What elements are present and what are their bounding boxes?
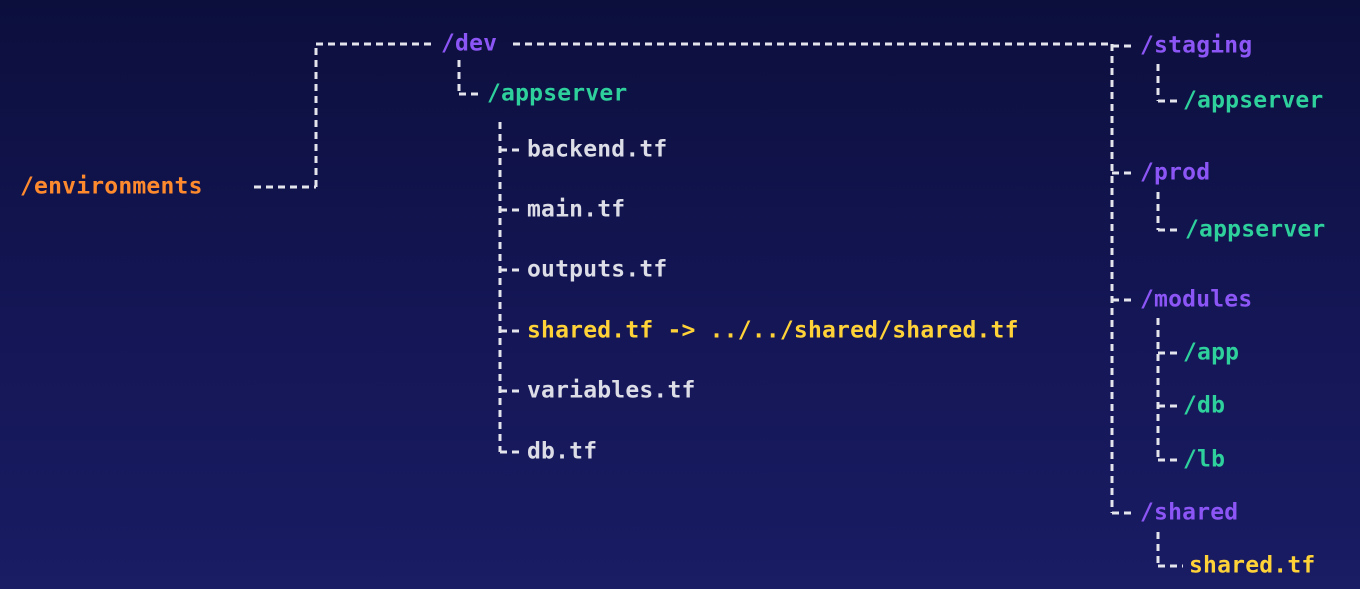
file-db-tf: db.tf bbox=[527, 438, 598, 465]
file-shared-tf: shared.tf bbox=[1189, 552, 1316, 579]
dir-modules-app: /app bbox=[1183, 339, 1240, 366]
dir-modules: /modules bbox=[1140, 286, 1253, 313]
dir-staging: /staging bbox=[1140, 32, 1253, 59]
dir-modules-lb: /lb bbox=[1183, 446, 1226, 473]
root-dir-environments: /environments bbox=[20, 173, 203, 200]
dir-staging-appserver: /appserver bbox=[1183, 87, 1324, 114]
dir-prod: /prod bbox=[1140, 159, 1211, 186]
file-shared-tf-symlink: shared.tf -> ../../shared/shared.tf bbox=[527, 317, 1019, 344]
dir-dev-appserver: /appserver bbox=[487, 80, 628, 107]
dir-dev: /dev bbox=[441, 30, 498, 57]
file-outputs-tf: outputs.tf bbox=[527, 256, 668, 283]
dir-shared: /shared bbox=[1140, 499, 1239, 526]
dir-modules-db: /db bbox=[1183, 392, 1226, 419]
dir-prod-appserver: /appserver bbox=[1185, 216, 1326, 243]
file-main-tf: main.tf bbox=[527, 196, 626, 223]
file-variables-tf: variables.tf bbox=[527, 377, 696, 404]
file-backend-tf: backend.tf bbox=[527, 136, 668, 163]
